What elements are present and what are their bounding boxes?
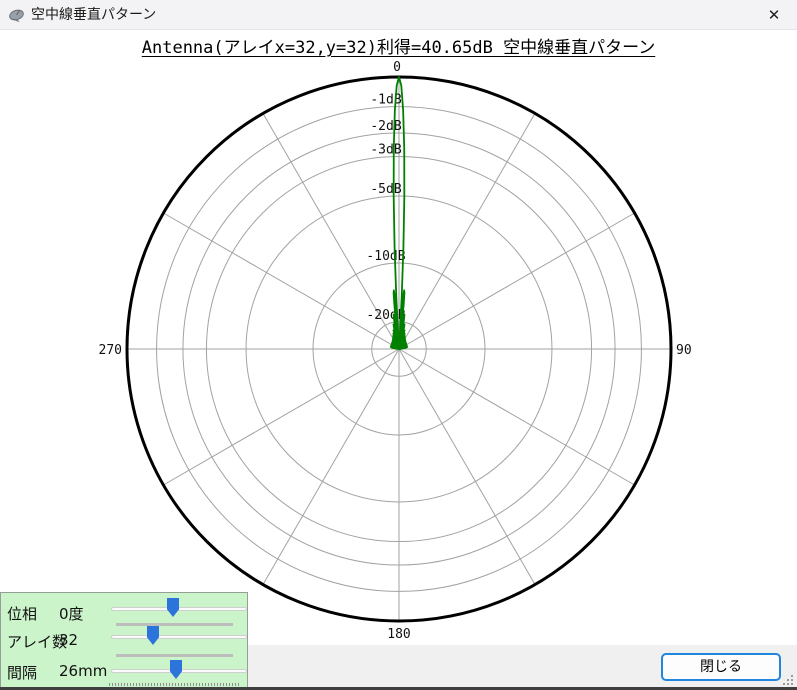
phase-value: 0度 [59,603,84,624]
phase-slider-ticks [116,623,233,626]
svg-text:270: 270 [99,343,122,358]
resize-grip-icon[interactable] [782,674,794,686]
phase-slider-track[interactable] [111,607,247,611]
array-count-slider-thumb[interactable] [147,626,159,645]
svg-text:90: 90 [676,343,692,358]
svg-text:-5dB: -5dB [370,182,401,197]
dialog-window: 空中線垂直パターン ✕ Antenna(アレイx=32,y=32)利得=40.6… [0,0,797,690]
svg-text:-10dB: -10dB [366,249,405,264]
antenna-icon [8,7,25,24]
svg-text:-1dB: -1dB [370,93,401,108]
control-panel: 位相 0度 アレイ数 32 間隔 26mm [0,592,248,690]
phase-slider-thumb[interactable] [167,598,179,617]
spacing-slider-thumb[interactable] [170,660,182,679]
spacing-slider-ticks [109,683,239,686]
svg-text:180: 180 [387,627,410,642]
svg-text:-2dB: -2dB [370,119,401,134]
array-count-value: 32 [59,631,78,649]
close-button[interactable]: 閉じる [661,653,781,681]
title-bar[interactable]: 空中線垂直パターン ✕ [0,0,797,30]
spacing-label: 間隔 [7,662,37,683]
array-count-slider-track[interactable] [111,635,247,639]
phase-label: 位相 [7,603,37,624]
polar-chart: -1dB-2dB-3dB-5dB-10dB-20dB090180270 [0,30,797,650]
array-count-label: アレイ数 [7,631,67,652]
close-icon[interactable]: ✕ [751,0,797,30]
svg-text:-3dB: -3dB [370,142,401,157]
window-title: 空中線垂直パターン [31,0,156,30]
array-count-slider-ticks [116,654,233,657]
spacing-value: 26mm [59,662,107,680]
svg-text:0: 0 [393,60,401,75]
